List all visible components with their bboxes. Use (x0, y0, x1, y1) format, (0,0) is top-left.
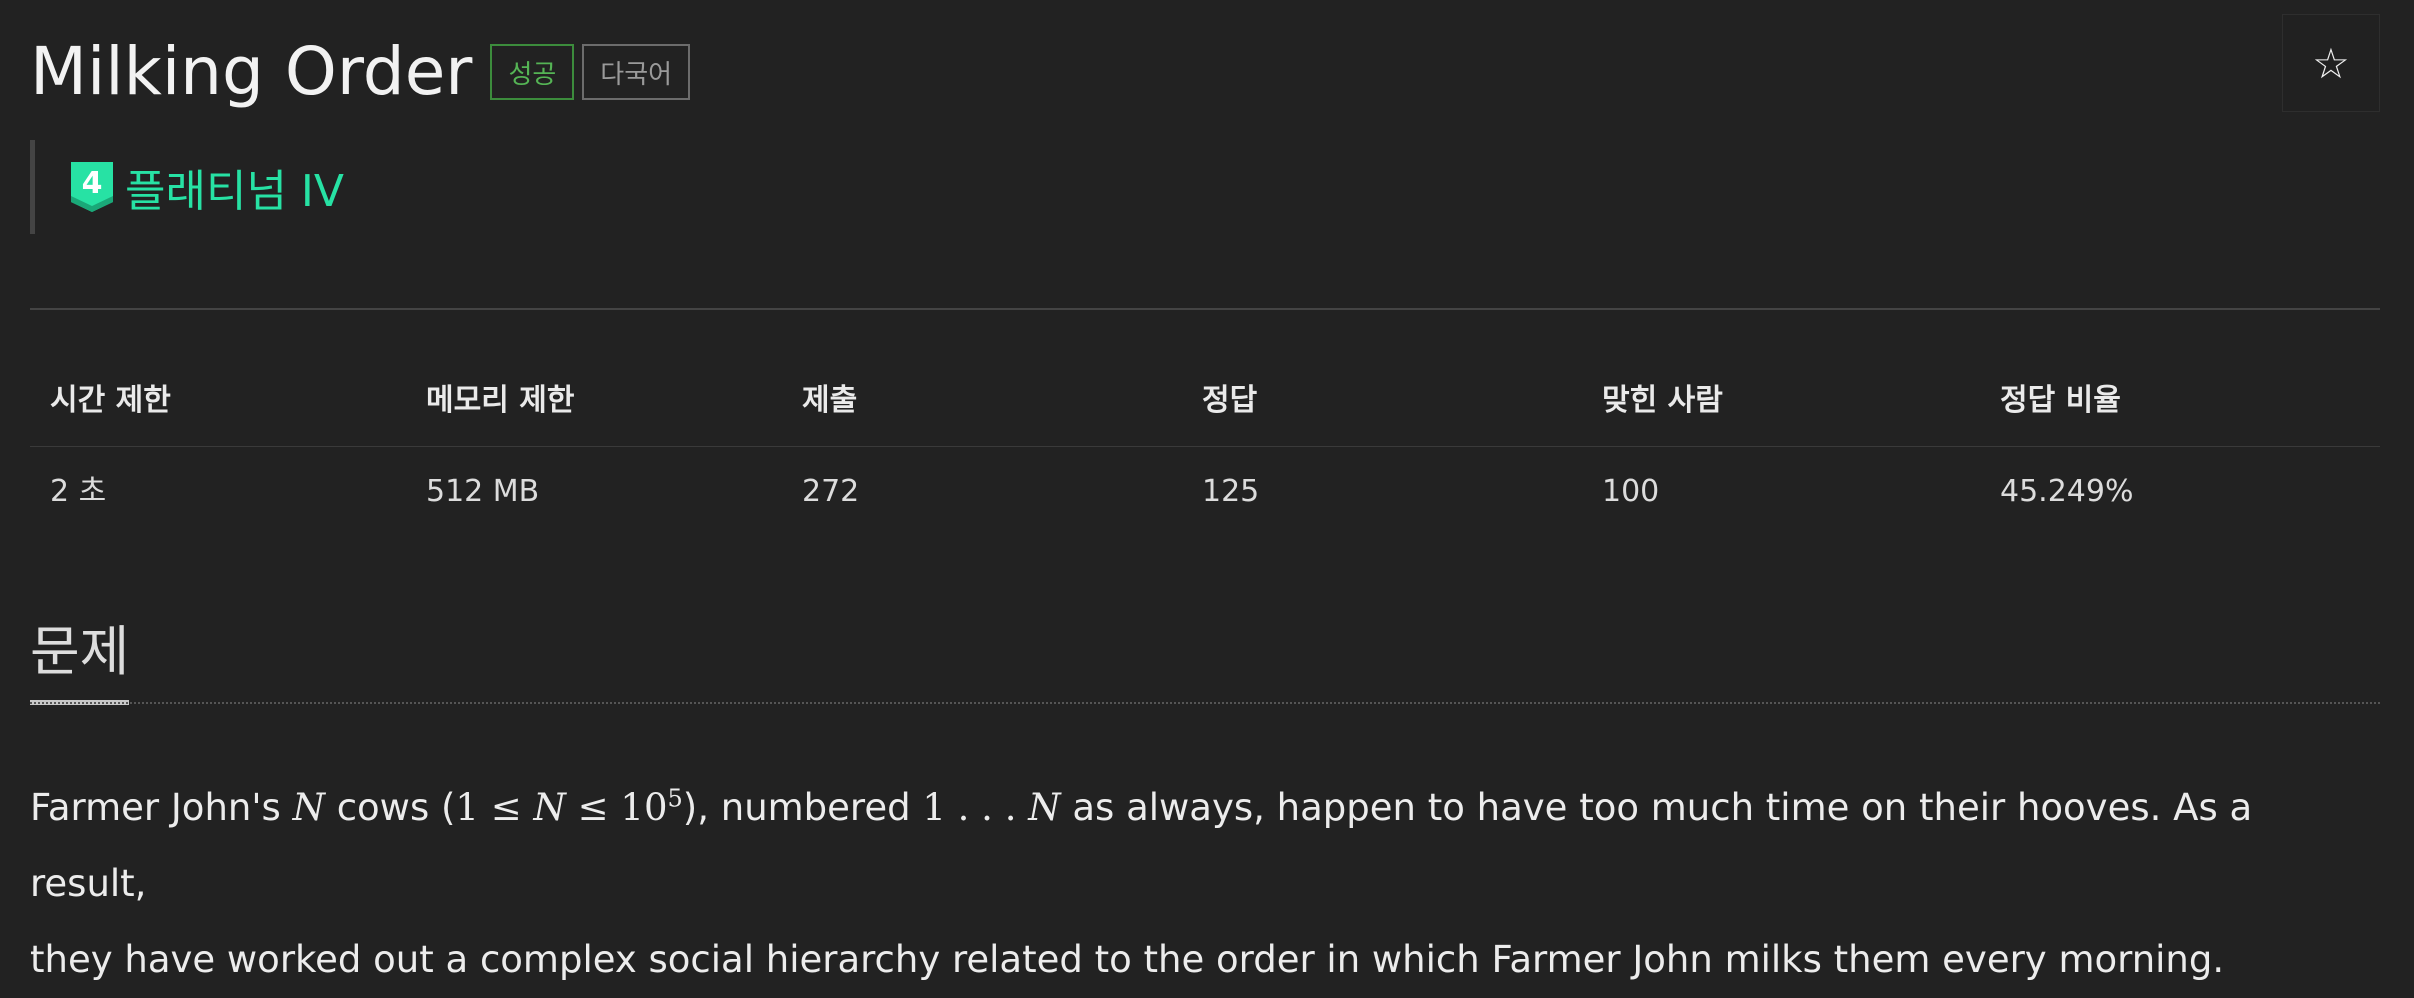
math-dots: . . . (945, 786, 1029, 829)
tier-label[interactable]: 플래티넘 IV (125, 155, 344, 219)
statement-text: cows ( (324, 786, 456, 829)
tier-badge-icon: 4 (71, 162, 113, 212)
section-title-problem: 문제 (30, 612, 130, 705)
math-leq: ≤ (478, 786, 534, 829)
problem-statement: Farmer John's N cows (1 ≤ N ≤ 105), numb… (30, 770, 2380, 998)
tier-block: 4 플래티넘 IV (30, 140, 344, 234)
math-ten: 10 (620, 786, 668, 829)
value-memory-limit: 512 MB (426, 474, 540, 509)
math-one: 1 (455, 786, 479, 829)
math-var-n: N (533, 786, 566, 829)
table-row: 2 초 512 MB 272 125 100 45.249% (30, 447, 2380, 521)
divider (30, 308, 2380, 310)
statement-text: they have worked out a complex social hi… (30, 938, 2225, 981)
header-accept-ratio: 정답 비율 (2000, 383, 2121, 418)
page-title: Milking Order (30, 33, 473, 110)
math-exponent: 5 (667, 784, 683, 813)
header-time-limit: 시간 제한 (50, 383, 171, 418)
value-time-limit: 2 초 (50, 474, 107, 509)
problem-info-table: 시간 제한 메모리 제한 제출 정답 맞힌 사람 정답 비율 2 초 512 M… (30, 372, 2380, 521)
language-badge[interactable]: 다국어 (582, 44, 691, 100)
math-var-n: N (1028, 786, 1061, 829)
title-row: Milking Order 성공 다국어 (30, 32, 691, 112)
value-solvers[interactable]: 100 (1602, 455, 1659, 529)
header-submissions: 제출 (802, 383, 858, 418)
value-accepted[interactable]: 125 (1202, 455, 1259, 529)
statement-text: Farmer John's (30, 786, 293, 829)
statement-text: ), numbered (682, 786, 923, 829)
status-badge[interactable]: 성공 (490, 44, 575, 100)
header-memory-limit: 메모리 제한 (426, 383, 575, 418)
math-leq: ≤ (565, 786, 621, 829)
star-icon: ☆ (2312, 38, 2350, 88)
math-var-n: N (292, 786, 325, 829)
value-accept-ratio: 45.249% (2000, 474, 2134, 509)
header-solvers: 맞힌 사람 (1602, 383, 1723, 418)
math-range-start: 1 (922, 786, 946, 829)
section-divider (30, 702, 2380, 704)
header-accepted: 정답 (1202, 383, 1258, 418)
tier-number: 4 (82, 166, 103, 201)
value-submissions[interactable]: 272 (802, 455, 859, 529)
table-header-row: 시간 제한 메모리 제한 제출 정답 맞힌 사람 정답 비율 (30, 372, 2380, 447)
favorite-button[interactable]: ☆ (2282, 14, 2380, 112)
